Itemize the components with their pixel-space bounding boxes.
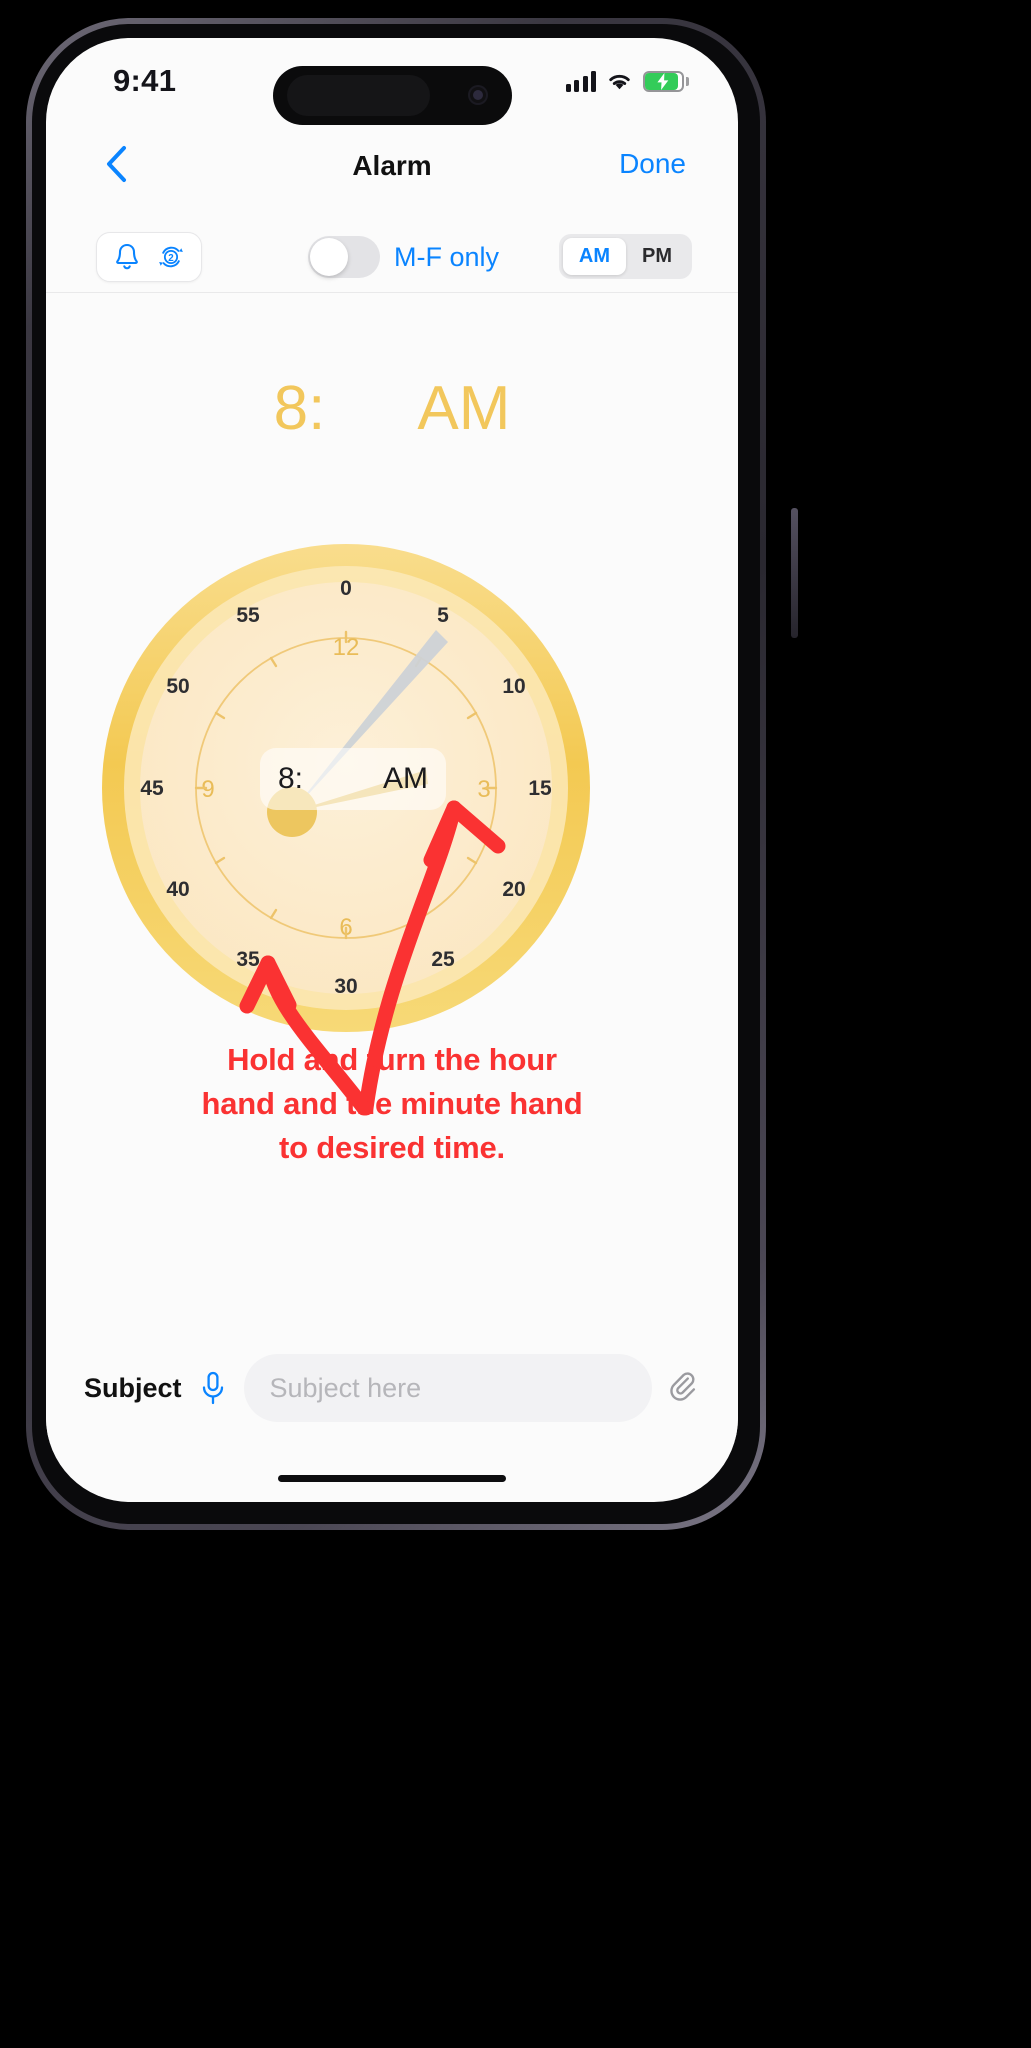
subject-input-bar: Subject Subject here [46, 1336, 738, 1440]
phone-device-frame: 9:41 Alarm Done 2 M-F only AM PM 8: AM 0… [26, 18, 798, 1530]
subject-input[interactable]: Subject here [243, 1354, 652, 1422]
repeat-2-icon: 2 [159, 246, 183, 268]
segment-pm[interactable]: PM [626, 238, 688, 275]
selected-time-display: 8: AM [46, 373, 738, 444]
mf-only-label: M-F only [394, 241, 500, 272]
svg-text:5: 5 [437, 604, 449, 627]
cellular-signal-icon [565, 70, 596, 92]
svg-text:15: 15 [528, 777, 552, 800]
front-camera-icon [468, 85, 488, 105]
subject-input-placeholder: Subject here [269, 1372, 422, 1403]
svg-text:30: 30 [334, 975, 357, 998]
paperclip-icon[interactable] [670, 1371, 700, 1405]
alarm-options-toolbar: 2 M-F only AM PM [46, 224, 738, 296]
svg-text:50: 50 [166, 675, 189, 698]
microphone-icon[interactable] [200, 1371, 226, 1405]
meridiem-segmented-control[interactable]: AM PM [558, 234, 692, 279]
annotation-line-3: to desired time. [279, 1130, 505, 1166]
status-bar-time: 9:41 [113, 63, 177, 98]
segment-am[interactable]: AM [562, 238, 626, 275]
status-bar: 9:41 [46, 38, 738, 125]
svg-text:10: 10 [502, 675, 525, 698]
alarm-mode-chip-group[interactable]: 2 [96, 232, 202, 282]
power-button[interactable] [791, 508, 798, 638]
subject-label: Subject [84, 1372, 182, 1403]
bell-icon [116, 243, 138, 270]
svg-text:35: 35 [236, 948, 260, 971]
repeat-count-label: 2 [168, 253, 174, 264]
clock-center-hub [267, 787, 317, 837]
done-button[interactable]: Done [619, 148, 686, 180]
annotation-caption: Hold and turn the hour hand and the minu… [46, 1038, 738, 1170]
selected-hour[interactable]: 8: [274, 373, 326, 444]
analog-clock-picker[interactable]: 0 5 10 15 20 25 30 35 40 45 50 55 12 3 9… [96, 538, 596, 1038]
svg-text:9: 9 [201, 776, 214, 803]
dynamic-island [273, 66, 512, 125]
home-indicator[interactable] [278, 1475, 506, 1482]
svg-text:25: 25 [431, 948, 455, 971]
battery-charging-icon [643, 71, 689, 92]
phone-screen: 9:41 Alarm Done 2 M-F only AM PM 8: AM 0… [46, 38, 738, 1502]
toggle-knob [310, 238, 348, 276]
weekday-toggle-group[interactable]: M-F only [308, 236, 499, 278]
svg-text:45: 45 [140, 777, 164, 800]
svg-text:20: 20 [502, 878, 525, 901]
wifi-icon [609, 74, 630, 90]
mf-only-toggle[interactable] [308, 236, 380, 278]
selected-meridiem[interactable]: AM [417, 373, 510, 444]
svg-text:3: 3 [477, 776, 490, 803]
navigation-bar: Alarm Done [46, 118, 738, 293]
clock-face-svg[interactable]: 0 5 10 15 20 25 30 35 40 45 50 55 12 3 9 [96, 538, 596, 1038]
status-bar-indicators [565, 64, 689, 92]
dynamic-island-pill [287, 75, 430, 116]
svg-text:55: 55 [236, 604, 260, 627]
annotation-line-2: hand and the minute hand [201, 1086, 583, 1122]
screenshot-canvas: 9:41 Alarm Done 2 M-F only AM PM 8: AM 0… [0, 0, 1031, 2048]
annotation-line-1: Hold and turn the hour [227, 1042, 557, 1077]
svg-text:0: 0 [340, 577, 352, 600]
svg-text:40: 40 [166, 878, 189, 901]
